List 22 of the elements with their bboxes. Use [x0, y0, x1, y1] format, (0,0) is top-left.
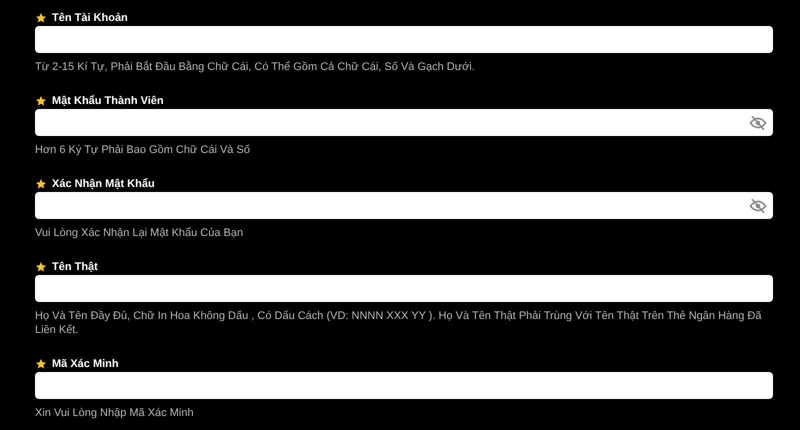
- field-label: Mật Khẩu Thành Viên: [52, 95, 164, 107]
- input-field[interactable]: [35, 109, 773, 136]
- field-label: Xác Nhận Mật Khẩu: [52, 178, 155, 190]
- input-field[interactable]: [35, 275, 773, 302]
- field-label: Tên Tài Khoản: [52, 12, 128, 24]
- hint-text: Vui Lòng Xác Nhận Lại Mật Khẩu Của Bạn: [35, 226, 244, 240]
- eye-slash-icon[interactable]: [749, 196, 767, 214]
- input-field[interactable]: [35, 26, 773, 53]
- hint-text: Họ Và Tên Đầy Đủ, Chữ In Hoa Không Dấu , Có Dấu Cách (VD: NNNN XXX YY ). Họ Và Tên Thật Phải Trùng Với Tên Thật Trên Thẻ Ngân Hàng Đã Liên Kết.: [35, 309, 762, 337]
- hint-text: Hơn 6 Ký Tự Phải Bao Gồm Chữ Cái Và Số: [35, 143, 251, 157]
- star-icon: [35, 358, 47, 370]
- eye-slash-icon[interactable]: [749, 114, 767, 132]
- star-icon: [35, 178, 47, 190]
- field-label: Tên Thật: [52, 261, 98, 273]
- star-icon: [35, 12, 47, 24]
- star-icon: [35, 95, 47, 107]
- star-icon: [35, 261, 47, 273]
- hint-text: Xin Vui Lòng Nhập Mã Xác Minh: [35, 406, 195, 420]
- input-field[interactable]: [35, 372, 773, 399]
- hint-text: Từ 2-15 Kí Tự, Phải Bắt Đầu Bằng Chữ Cái, Có Thể Gồm Cả Chữ Cái, Số Và Gạch Dưới.: [35, 60, 476, 74]
- input-field[interactable]: [35, 192, 773, 219]
- field-label: Mã Xác Minh: [52, 358, 119, 370]
